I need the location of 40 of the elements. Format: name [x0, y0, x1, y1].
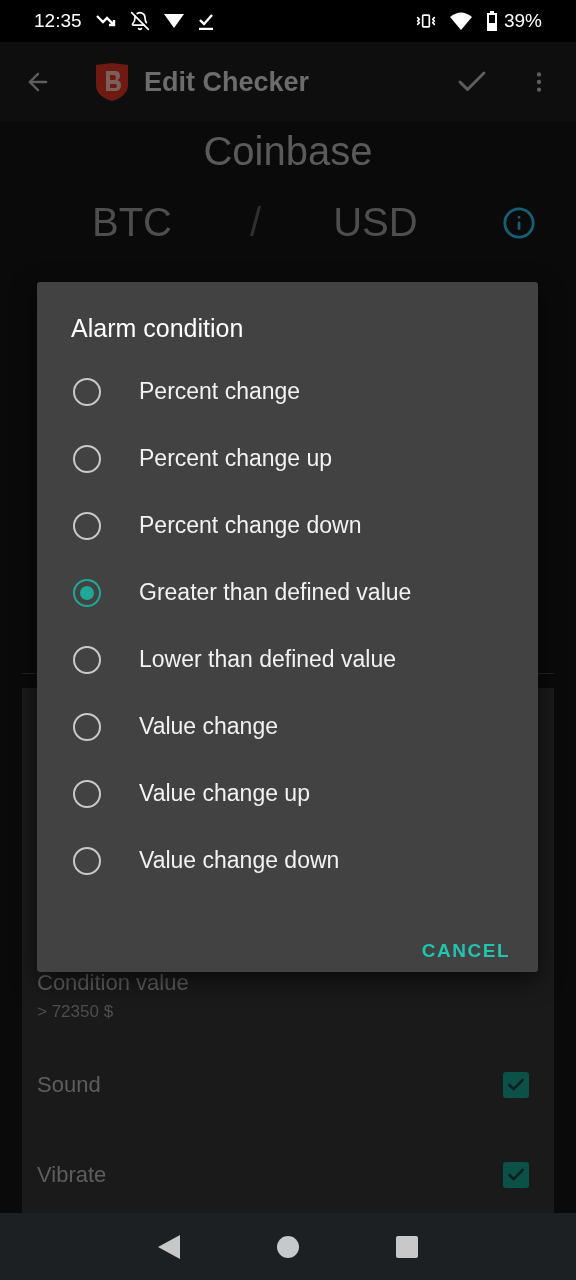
checkbox[interactable]: [503, 1162, 529, 1188]
wifi-icon: [449, 12, 472, 30]
bitcoin-shield-icon: [94, 62, 130, 102]
radio-button[interactable]: [73, 377, 101, 406]
info-icon[interactable]: [502, 205, 536, 240]
notifications-off-icon: [129, 11, 150, 31]
setting-label: Vibrate: [37, 1162, 107, 1188]
radio-button[interactable]: [73, 779, 101, 808]
cancel-button[interactable]: CANCEL: [417, 932, 514, 970]
nav-recents-icon[interactable]: [395, 1235, 418, 1258]
pair-separator: /: [250, 200, 262, 245]
option-label[interactable]: Percent change: [139, 378, 301, 405]
setting-label: Sound: [37, 1072, 101, 1098]
download-done-icon: [197, 12, 214, 30]
radio-button[interactable]: [73, 645, 101, 674]
battery-percent: 39%: [503, 10, 542, 32]
radio-button[interactable]: [73, 712, 101, 741]
radio-button[interactable]: [73, 444, 101, 473]
option-label[interactable]: Greater than defined value: [139, 579, 412, 606]
missed-call-icon: [95, 13, 116, 29]
status-time: 12:35: [34, 10, 82, 32]
radio-button[interactable]: [73, 511, 101, 540]
option-label[interactable]: Percent change down: [139, 512, 362, 539]
exchange-name: Coinbase: [202, 128, 374, 175]
option-label[interactable]: Percent change up: [139, 445, 333, 472]
option-label[interactable]: Value change up: [139, 780, 310, 807]
option-label[interactable]: Lower than defined value: [139, 646, 397, 673]
vibrate-icon: [415, 11, 436, 31]
signal-icon: [163, 13, 184, 29]
screen-title: Edit Checker: [144, 66, 310, 98]
dialog-title: Alarm condition: [71, 313, 245, 344]
nav-back-icon[interactable]: [158, 1234, 181, 1259]
radio-button[interactable]: [73, 846, 101, 875]
option-label[interactable]: Value change: [139, 713, 278, 740]
setting-label: Condition value: [37, 970, 190, 996]
nav-home-icon[interactable]: [277, 1235, 299, 1258]
battery-icon: [485, 11, 498, 31]
option-label[interactable]: Value change down: [139, 847, 340, 874]
radio-button[interactable]: [73, 578, 101, 607]
checkbox[interactable]: [503, 1072, 529, 1098]
